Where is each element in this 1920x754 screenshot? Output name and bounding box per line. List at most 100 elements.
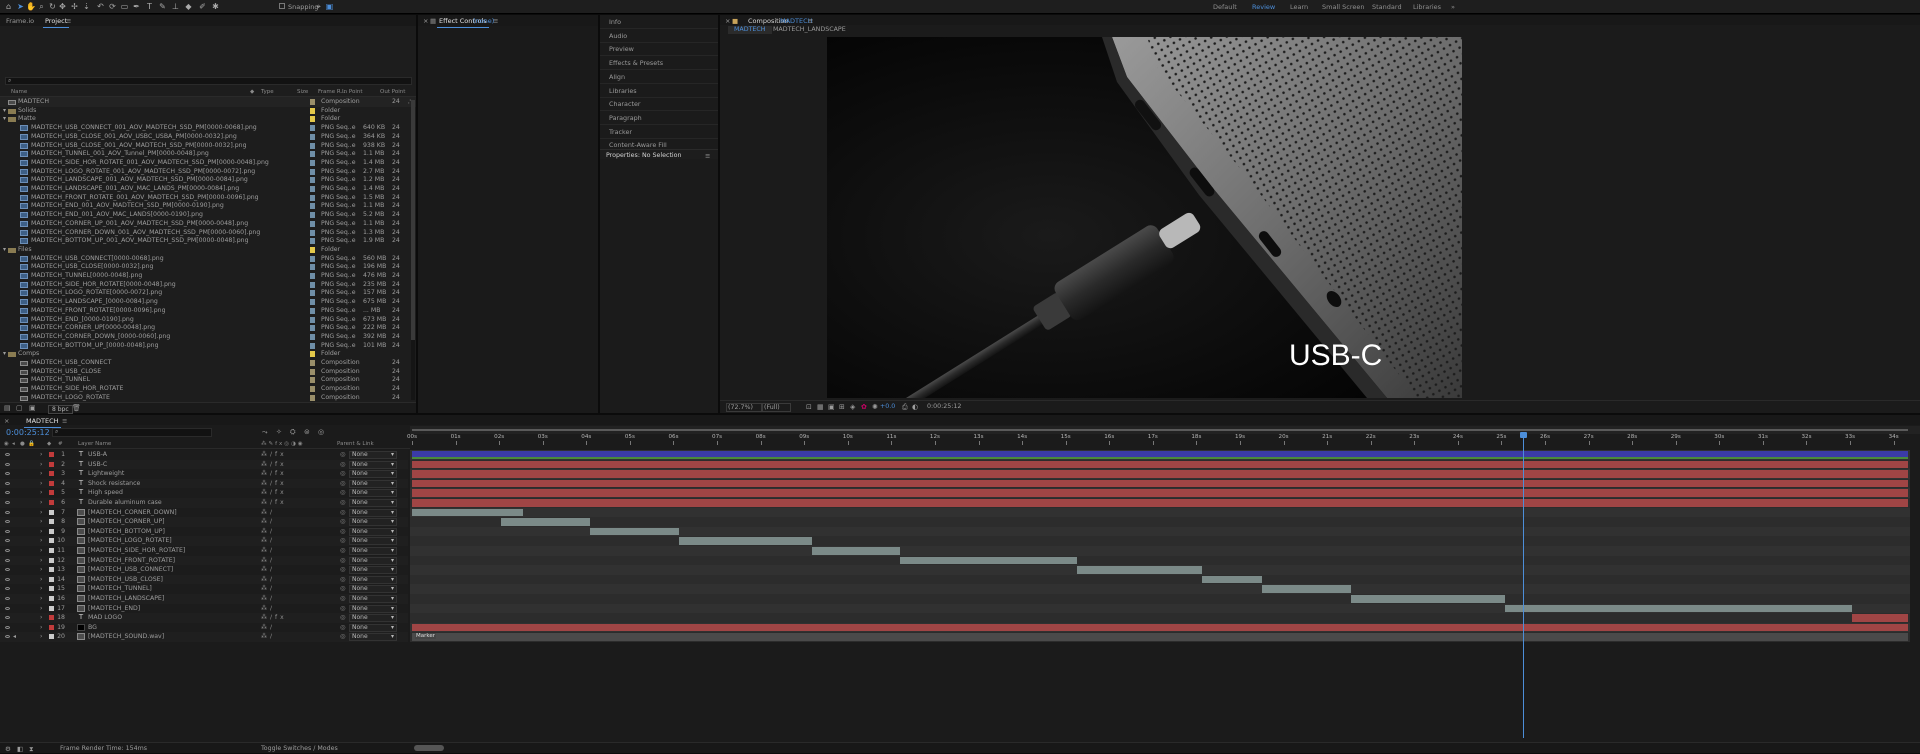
layer-label-color[interactable]: [49, 576, 54, 582]
label-color-swatch[interactable]: [310, 281, 315, 288]
label-color-swatch[interactable]: [310, 212, 315, 219]
color-management-icon[interactable]: ✿: [861, 403, 867, 411]
parent-pickwhip-icon[interactable]: ◎: [340, 508, 345, 518]
parent-pickwhip-icon[interactable]: ◎: [340, 469, 345, 479]
parent-pickwhip-icon[interactable]: ◎: [340, 632, 345, 642]
label-color-swatch[interactable]: [310, 133, 315, 140]
layer-row[interactable]: › 9 [MADTECH_BOTTOM_UP] ⁂∕ ◎ None: [0, 526, 408, 537]
parent-dropdown[interactable]: None: [349, 508, 397, 517]
layer-duration-bar[interactable]: [900, 556, 1077, 565]
expand-layer-icon[interactable]: ›: [40, 508, 42, 518]
home-icon[interactable]: ⌂: [4, 2, 13, 11]
breadcrumb-madtech-landscape[interactable]: MADTECH_LANDSCAPE: [773, 26, 846, 34]
resolution-dropdown[interactable]: (Full): [762, 403, 791, 412]
visibility-eye-icon[interactable]: [5, 472, 10, 476]
layer-label-color[interactable]: [49, 538, 54, 544]
layer-label-color[interactable]: [49, 480, 54, 486]
parent-pickwhip-icon[interactable]: ◎: [340, 498, 345, 508]
layer-name[interactable]: High speed: [88, 488, 123, 498]
project-item[interactable]: MADTECH_LOGO_ROTATEComposition240:00:00:…: [0, 393, 416, 401]
layer-name[interactable]: [MADTECH_FRONT_ROTATE]: [88, 556, 175, 566]
label-color-swatch[interactable]: [310, 255, 315, 262]
layer-switches[interactable]: ⁂∕: [261, 546, 275, 556]
layer-name[interactable]: MAD LOGO: [88, 613, 122, 623]
layer-row[interactable]: › 7 [MADTECH_CORNER_DOWN] ⁂∕ ◎ None: [0, 507, 408, 518]
parent-pickwhip-icon[interactable]: ◎: [340, 527, 345, 537]
expand-modes-icon[interactable]: ◧: [17, 745, 23, 753]
parent-pickwhip-icon[interactable]: ◎: [340, 565, 345, 575]
visibility-eye-icon[interactable]: [5, 491, 10, 495]
label-color-swatch[interactable]: [310, 151, 315, 158]
col-type[interactable]: Type: [261, 89, 274, 95]
expand-layer-icon[interactable]: ›: [40, 604, 42, 614]
hand-tool-icon[interactable]: ✋: [26, 2, 36, 11]
layer-name[interactable]: [MADTECH_USB_CLOSE]: [88, 575, 163, 585]
zoom-dropdown[interactable]: (72.7%): [726, 403, 762, 412]
parent-dropdown[interactable]: None: [349, 537, 397, 546]
parent-pickwhip-icon[interactable]: ◎: [340, 594, 345, 604]
timeline-graph-area[interactable]: 00s 01s 02s 03s 04s 05s 06s 07s 08s 09s 10s 11s 12s 1…: [407, 426, 1920, 742]
layer-duration-bar[interactable]: [412, 470, 1908, 478]
panel-item-paragraph[interactable]: Paragraph: [609, 114, 642, 122]
parent-pickwhip-icon[interactable]: ◎: [340, 584, 345, 594]
panel-menu-icon[interactable]: ≡: [66, 17, 71, 25]
label-color-swatch[interactable]: [310, 142, 315, 149]
label-color-swatch[interactable]: [310, 307, 315, 314]
workspaces-menu-icon[interactable]: »: [1451, 3, 1455, 11]
layer-switches[interactable]: ⁂∕fx: [261, 460, 287, 470]
layer-row[interactable]: › 4 T Shock resistance ⁂∕fx ◎ None: [0, 478, 408, 489]
layer-name[interactable]: Lightweight: [88, 469, 124, 479]
snap-icon[interactable]: ⌖: [314, 2, 323, 11]
visibility-eye-icon[interactable]: [5, 606, 10, 610]
layer-label-color[interactable]: [49, 490, 54, 496]
label-color-swatch[interactable]: [310, 360, 315, 366]
label-color-swatch[interactable]: [310, 203, 315, 210]
layer-row[interactable]: › 3 T Lightweight ⁂∕fx ◎ None: [0, 469, 408, 479]
label-color-swatch[interactable]: [310, 177, 315, 184]
channel-icon[interactable]: ◈: [850, 403, 855, 411]
tab-project[interactable]: Project: [42, 17, 70, 28]
expand-layer-icon[interactable]: ›: [40, 479, 42, 489]
parent-pickwhip-icon[interactable]: ◎: [340, 536, 345, 546]
layer-row[interactable]: › 15 [MADTECH_TUNNEL] ⁂∕ ◎ None: [0, 584, 408, 594]
shy-layers-icon[interactable]: ⛭: [290, 428, 296, 437]
parent-pickwhip-icon[interactable]: ◎: [340, 556, 345, 566]
label-color-swatch[interactable]: [310, 238, 315, 245]
guides-icon[interactable]: ⊞: [839, 403, 845, 411]
layer-duration-bar[interactable]: [1350, 595, 1505, 603]
project-scrollbar-thumb[interactable]: [411, 100, 415, 340]
layer-switches[interactable]: ⁂∕fx: [261, 613, 287, 623]
clone-stamp-tool-icon[interactable]: ⊥: [171, 2, 180, 11]
panel-item-libraries[interactable]: Libraries: [609, 87, 637, 95]
layer-name[interactable]: [MADTECH_SIDE_HOR_ROTATE]: [88, 546, 185, 556]
undo-icon[interactable]: ↶: [96, 2, 105, 11]
col-parent-link[interactable]: Parent & Link: [337, 441, 374, 447]
layer-label-color[interactable]: [49, 557, 54, 563]
layer-label-color[interactable]: [49, 461, 54, 467]
layer-label-color[interactable]: [49, 528, 54, 534]
type-tool-icon[interactable]: T: [145, 2, 154, 11]
layer-duration-bar[interactable]: [1504, 604, 1852, 613]
expand-layer-icon[interactable]: ›: [40, 575, 42, 585]
layer-label-color[interactable]: [49, 596, 54, 601]
label-color-swatch[interactable]: [310, 220, 315, 227]
label-color-swatch[interactable]: [310, 168, 315, 175]
col-layer-name[interactable]: Layer Name: [78, 441, 111, 447]
expand-layer-icon[interactable]: ›: [40, 546, 42, 556]
label-color-swatch[interactable]: [310, 290, 315, 297]
layer-row[interactable]: › 5 T High speed ⁂∕fx ◎ None: [0, 488, 408, 498]
parent-dropdown[interactable]: None: [349, 623, 397, 632]
parent-dropdown[interactable]: None: [349, 595, 397, 603]
panel-menu-icon[interactable]: ≡: [62, 417, 67, 425]
panel-item-info[interactable]: Info: [609, 18, 621, 26]
panel-menu-icon[interactable]: ≡: [705, 152, 710, 160]
layer-name[interactable]: Shock resistance: [88, 479, 140, 489]
layer-switches[interactable]: ⁂∕fx: [261, 488, 287, 498]
current-time-indicator[interactable]: [1520, 432, 1528, 738]
label-color-swatch[interactable]: [310, 325, 315, 332]
label-color-swatch[interactable]: [310, 186, 315, 192]
tab-frameio[interactable]: Frame.io: [6, 17, 34, 25]
redo-icon[interactable]: ⟳: [108, 2, 117, 11]
workspace-small-screen[interactable]: Small Screen: [1322, 3, 1364, 11]
layer-switches[interactable]: ⁂∕fx: [261, 450, 287, 460]
